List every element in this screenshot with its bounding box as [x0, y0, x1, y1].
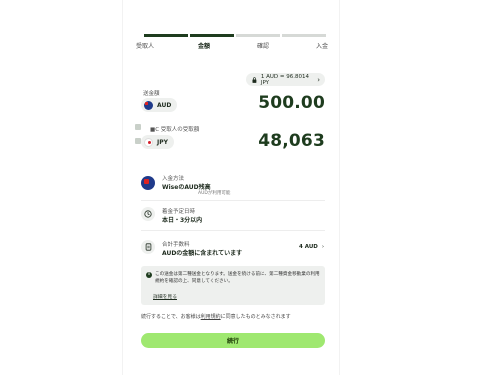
progress-stepper — [144, 34, 326, 37]
step-bar-amount — [190, 34, 234, 37]
step-recipient[interactable]: 受取人 — [136, 41, 154, 50]
send-currency-code: AUD — [157, 101, 172, 109]
receive-label-prefix: ■C — [150, 127, 160, 133]
australia-flag-icon — [144, 100, 153, 110]
send-amount-input[interactable]: 500.00 — [240, 93, 325, 113]
exchange-icon — [135, 124, 141, 130]
chevron-right-icon: › — [321, 244, 325, 250]
arrival-value: 本日・3分以内 — [162, 217, 203, 224]
terms-after: に同意したものとみなされます — [220, 314, 291, 320]
payment-method-title: 入金方法 — [162, 176, 185, 182]
fee-amount-button[interactable]: 4 AUD › — [299, 244, 324, 250]
step-bar-review — [236, 34, 280, 37]
australia-flag-icon-large — [141, 176, 155, 190]
chevron-right-icon: › — [317, 75, 320, 84]
clock-icon — [141, 207, 155, 221]
panel-left-edge — [122, 0, 123, 375]
send-amount-label: 送金額 — [143, 91, 160, 97]
receive-label-text: 受取人の受取額 — [160, 127, 200, 133]
fee-value: AUDの金額に含まれています — [162, 250, 243, 257]
terms-before: 続行することで、お客様は — [141, 314, 201, 320]
divider — [141, 200, 325, 201]
panel-right-edge — [339, 0, 340, 375]
lock-icon — [252, 76, 257, 83]
payment-method-sub: AUDが利用可能 — [198, 191, 231, 196]
details-link[interactable]: 詳細を見る — [153, 293, 177, 300]
step-review: 確認 — [257, 43, 270, 50]
step-bar-pay — [282, 34, 326, 37]
receive-amount-input[interactable]: 48,063 — [240, 131, 325, 151]
divider — [141, 230, 325, 231]
japan-flag-icon — [144, 137, 153, 147]
send-currency-selector[interactable]: AUD — [141, 98, 178, 112]
terms-link[interactable]: 利用規約 — [201, 314, 221, 320]
step-pay: 入金 — [316, 43, 329, 50]
fee-amount: 4 AUD — [299, 244, 318, 250]
receive-currency-code: JPY — [157, 138, 168, 146]
terms-text: 続行することで、お客様は利用規約に同意したものとみなされます — [141, 313, 291, 320]
step-amount[interactable]: 金額 — [198, 41, 210, 50]
notice-box: i この送金は第二種送金となります。送金を続ける前に、第二種資金移動業の利用規約… — [141, 266, 325, 305]
exchange-rate-chip[interactable]: 1 AUD = 96.8014 JPY › — [246, 73, 325, 86]
continue-button[interactable]: 続行 — [141, 333, 325, 348]
step-bar-recipient — [144, 34, 188, 37]
exchange-rate-text: 1 AUD = 96.8014 JPY — [260, 73, 309, 86]
receive-amount-label: ■C 受取人の受取額 — [150, 125, 199, 133]
fee-title: 合計手数料 — [162, 242, 190, 248]
receive-currency-selector[interactable]: JPY — [141, 135, 174, 149]
notice-text: この送金は第二種送金となります。送金を続ける前に、第二種資金移動業の利用規約を確… — [155, 272, 320, 284]
info-icon: i — [146, 272, 152, 278]
arrival-title: 着金予定日時 — [162, 209, 196, 215]
receipt-icon — [141, 240, 155, 254]
